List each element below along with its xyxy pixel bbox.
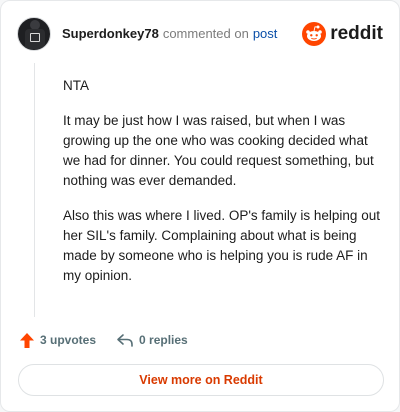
comment-paragraph: Also this was where I lived. OP's family… [63, 208, 380, 283]
commented-on-text: commented on [162, 26, 249, 41]
comment-body: NTA It may be just how I was raised, but… [63, 76, 381, 301]
reply-arrow-icon [116, 332, 139, 348]
upvote-count: 3 upvotes [40, 333, 97, 347]
comment-paragraph: It may be just how I was raised, but whe… [63, 113, 374, 188]
thread-line [34, 63, 35, 317]
reddit-brand[interactable]: reddit [302, 22, 383, 46]
post-link[interactable]: post [253, 26, 278, 42]
avatar-shirt-print [30, 33, 40, 42]
upvote-arrow-icon [19, 332, 40, 349]
avatar[interactable] [17, 17, 51, 51]
comment-card: Superdonkey78 commented on post reddit N… [0, 0, 400, 412]
reply-button[interactable]: 0 replies [116, 332, 188, 348]
reply-count: 0 replies [139, 333, 188, 347]
comment-actions: 3 upvotes 0 replies [19, 330, 188, 350]
username-link[interactable]: Superdonkey78 [62, 26, 159, 42]
upvote-button[interactable]: 3 upvotes [19, 332, 96, 349]
comment-meta: Superdonkey78 commented on post [62, 26, 277, 42]
reddit-wordmark: reddit [330, 23, 383, 44]
reddit-snoo-icon [302, 22, 327, 46]
comment-paragraph: NTA [63, 78, 89, 93]
view-more-button[interactable]: View more on Reddit [18, 364, 384, 396]
comment-header: Superdonkey78 commented on post reddit [17, 15, 383, 53]
